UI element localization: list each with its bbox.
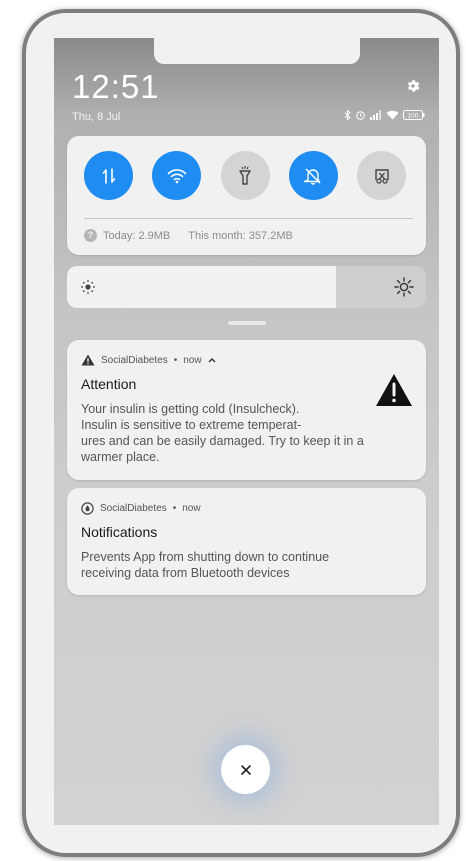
notification-service[interactable]: SocialDiabetes • now Notifications Preve… — [67, 488, 426, 595]
flashlight-toggle[interactable] — [220, 151, 270, 200]
chevron-up-icon[interactable] — [208, 357, 216, 363]
drag-handle[interactable] — [228, 321, 266, 325]
brightness-low-icon — [81, 280, 95, 294]
date: Thu, 8 Jul — [72, 111, 121, 123]
screenshot-toggle[interactable] — [357, 151, 406, 200]
divider — [84, 218, 413, 219]
data-usage-icon: ? — [84, 229, 97, 242]
notification-time: now — [183, 354, 202, 366]
status-icons: 100 — [344, 110, 425, 120]
battery-icon: 100 — [403, 110, 425, 120]
silent-icon — [304, 168, 321, 185]
quick-settings-panel: ? Today: 2.9MB This month: 357.2MB — [67, 136, 426, 255]
close-icon — [240, 764, 251, 775]
warning-icon — [376, 374, 412, 406]
data-usage[interactable]: ? Today: 2.9MB This month: 357.2MB — [84, 229, 293, 242]
mobile-data-toggle[interactable] — [84, 151, 133, 200]
notification-body: Prevents App from shutting down to conti… — [81, 550, 330, 580]
brightness-fill — [67, 266, 337, 308]
app-name: SocialDiabetes — [100, 503, 167, 514]
notification-title: Attention — [81, 376, 137, 392]
gear-icon[interactable] — [405, 78, 421, 94]
clear-all-button[interactable] — [221, 745, 270, 794]
camera-notch — [154, 38, 360, 64]
notification-shade: 12:51 Thu, 8 Jul 100 ? Today: 2.9MB This… — [54, 38, 439, 825]
alarm-icon — [356, 111, 365, 120]
notification-time: now — [182, 503, 201, 514]
svg-text:100: 100 — [408, 113, 419, 120]
data-usage-month: This month: 357.2MB — [188, 229, 293, 242]
notification-attention[interactable]: SocialDiabetes • now Attention Your insu… — [67, 340, 426, 480]
notification-header: SocialDiabetes • now — [81, 354, 216, 366]
mobile-data-icon — [102, 167, 115, 184]
wifi-toggle[interactable] — [152, 151, 202, 200]
silent-toggle[interactable] — [288, 151, 338, 200]
notification-header: SocialDiabetes • now — [81, 502, 201, 515]
bluetooth-icon — [344, 110, 351, 120]
signal-icon — [370, 110, 381, 120]
notification-body: Your insulin is getting cold (Insulcheck… — [81, 402, 364, 464]
warning-icon — [81, 354, 95, 366]
notification-title: Notifications — [81, 524, 158, 540]
app-icon — [81, 502, 94, 515]
app-name: SocialDiabetes — [101, 354, 168, 366]
wifi-icon — [167, 168, 187, 183]
wifi-icon — [386, 110, 399, 120]
flashlight-icon — [239, 165, 251, 185]
brightness-slider[interactable] — [67, 266, 426, 308]
clock: 12:51 — [72, 68, 160, 105]
screenshot-icon — [374, 168, 389, 184]
brightness-high-icon — [394, 277, 414, 297]
data-usage-today: Today: 2.9MB — [103, 229, 171, 242]
